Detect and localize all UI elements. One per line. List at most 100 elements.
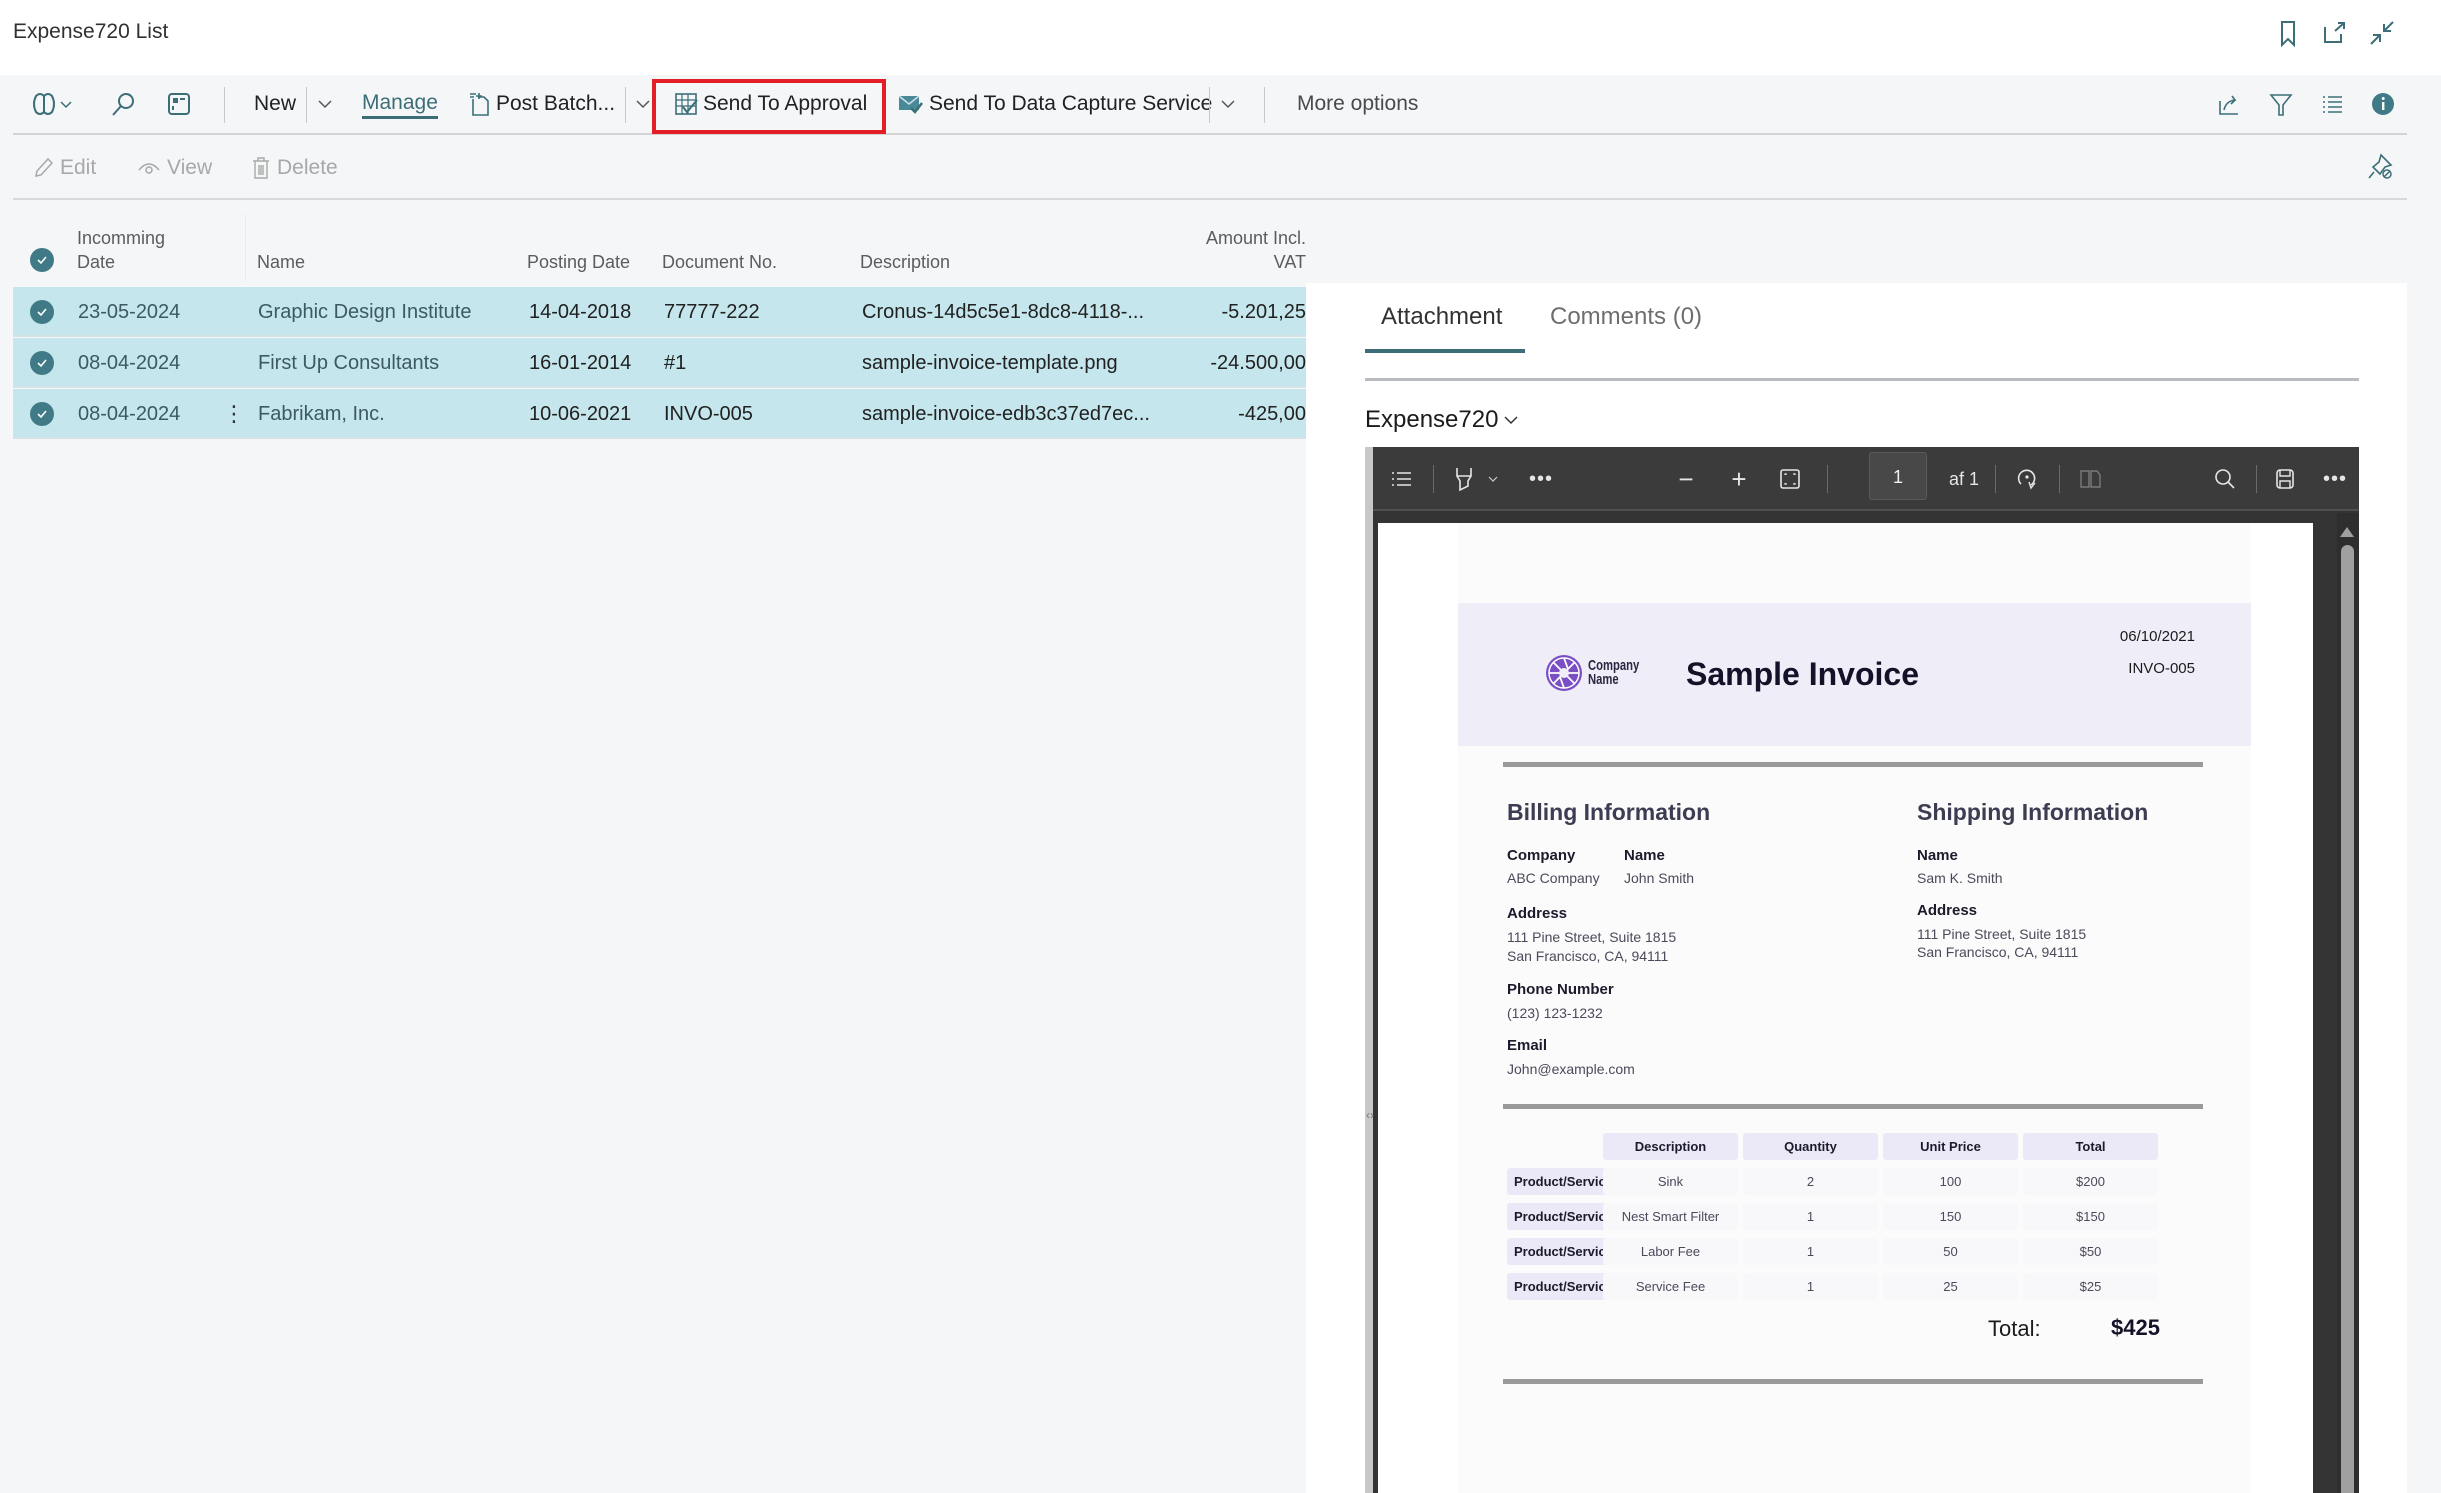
amount-cell: -425,00 — [1238, 402, 1306, 425]
posting-date-cell: 10-06-2021 — [529, 402, 632, 425]
delete-button[interactable]: Delete — [251, 150, 338, 186]
collapse-icon[interactable] — [2367, 18, 2397, 48]
name-cell[interactable]: First Up Consultants — [258, 338, 439, 388]
select-all-checkbox[interactable] — [30, 248, 54, 272]
document-no-cell: 77777-222 — [664, 300, 760, 323]
share-icon — [2216, 91, 2242, 117]
check-circle-icon — [30, 248, 54, 272]
column-header-name[interactable]: Name — [257, 250, 305, 274]
invoice-total-value: $425 — [2111, 1315, 2160, 1340]
column-header-document-no[interactable]: Document No. — [662, 250, 777, 274]
scrollbar-thumb[interactable] — [2341, 545, 2354, 1493]
two-page-view-button[interactable] — [2073, 447, 2107, 511]
pane-resize-handle[interactable]: ‹› — [1366, 1108, 1374, 1122]
row-select-checkbox[interactable] — [30, 338, 54, 388]
column-header-amount[interactable]: Amount Incl. VAT — [1163, 226, 1306, 274]
name-cell[interactable]: Fabrikam, Inc. — [258, 389, 385, 439]
list-view-button[interactable] — [2319, 75, 2345, 133]
document-selector[interactable]: Expense720 — [1365, 406, 1520, 434]
trash-icon — [251, 156, 271, 180]
post-batch-dropdown-button[interactable] — [634, 75, 652, 133]
document-no-cell: INVO-005 — [664, 402, 753, 425]
tab-comments[interactable]: Comments (0) — [1550, 303, 1702, 331]
chevron-down-icon — [634, 95, 652, 113]
items-header-cell: Quantity — [1743, 1133, 1878, 1160]
incoming-date-cell[interactable]: 08-04-2024 — [78, 389, 180, 439]
incoming-date-cell[interactable]: 23-05-2024 — [78, 287, 180, 337]
manage-tab[interactable]: Manage — [362, 89, 438, 119]
column-header-description[interactable]: Description — [860, 250, 950, 274]
invoice-document: Company Name Sample Invoice 06/10/2021 I… — [1458, 523, 2251, 1493]
scroll-up-arrow-icon[interactable] — [2340, 527, 2354, 537]
highlight-button[interactable] — [1449, 447, 1479, 511]
page-number-input[interactable]: 1 — [1869, 452, 1927, 500]
send-to-data-capture-label: Send To Data Capture Service — [929, 92, 1213, 115]
document-no-cell: #1 — [664, 351, 687, 374]
more-tools-button[interactable]: ••• — [1521, 447, 1561, 511]
column-header-incoming-date[interactable]: Incomming Date — [77, 226, 165, 274]
shipping-name-label: Name — [1917, 847, 1958, 864]
info-button[interactable] — [2370, 75, 2396, 133]
table-switch-icon — [165, 90, 193, 118]
open-new-window-icon[interactable] — [2320, 18, 2350, 48]
bookmark-icon[interactable] — [2273, 18, 2303, 48]
incoming-date-cell[interactable]: 08-04-2024 — [78, 338, 180, 388]
highlight-dropdown-button[interactable] — [1483, 447, 1503, 511]
mail-check-icon — [897, 93, 923, 115]
column-header-posting-date[interactable]: Posting Date — [527, 250, 630, 274]
edit-label: Edit — [60, 156, 97, 179]
company-logo: Company Name — [1544, 653, 1656, 693]
items-cell-description: Nest Smart Filter — [1603, 1203, 1738, 1230]
toolbar-divider — [1995, 465, 1996, 493]
toolbar-divider — [1264, 87, 1265, 123]
table-row[interactable]: 08-04-2024 ⋮ Fabrikam, Inc. 10-06-2021 I… — [13, 389, 1306, 439]
filter-button[interactable] — [2268, 75, 2294, 133]
table-row[interactable]: 23-05-2024 ⋮ Graphic Design Institute 14… — [13, 287, 1306, 337]
billing-email-label: Email — [1507, 1037, 1548, 1054]
row-select-checkbox[interactable] — [30, 287, 54, 337]
info-icon — [2370, 91, 2396, 117]
share-button[interactable] — [2216, 75, 2242, 133]
viewer-more-options-button[interactable]: ••• — [2315, 447, 2355, 511]
copilot-menu-button[interactable] — [30, 75, 74, 133]
new-dropdown-button[interactable] — [316, 75, 334, 133]
items-header-cell: Unit Price — [1883, 1133, 2018, 1160]
more-options-button[interactable]: More options — [1297, 75, 1418, 133]
invoice-title: Sample Invoice — [1686, 656, 1919, 692]
analysis-mode-button[interactable] — [165, 75, 193, 133]
save-button[interactable] — [2268, 447, 2302, 511]
table-of-contents-button[interactable] — [1383, 447, 1419, 511]
unpin-button[interactable] — [2367, 152, 2395, 182]
rotate-button[interactable] — [2010, 447, 2044, 511]
billing-heading: Billing Information — [1507, 799, 1711, 825]
tab-attachment[interactable]: Attachment — [1381, 303, 1502, 331]
search-button[interactable] — [109, 75, 137, 133]
post-batch-button[interactable]: Post Batch... — [468, 75, 615, 133]
edit-button[interactable]: Edit — [32, 150, 96, 186]
page-title: Expense720 List — [13, 20, 169, 43]
find-button[interactable] — [2210, 447, 2240, 511]
items-cell-unit-price: 100 — [1883, 1168, 2018, 1195]
billing-company-label: Company — [1507, 847, 1576, 864]
zoom-in-button[interactable]: + — [1724, 447, 1754, 511]
chevron-down-icon — [1219, 95, 1237, 113]
new-button[interactable]: New — [254, 75, 296, 133]
logo-text: Company Name — [1588, 658, 1639, 687]
posting-date-cell: 16-01-2014 — [529, 351, 632, 374]
chevron-down-icon — [1502, 411, 1520, 429]
view-button[interactable]: View — [137, 150, 212, 186]
amount-cell: -24.500,00 — [1210, 351, 1306, 374]
description-cell: Cronus-14d5c5e1-8dc8-4118-... — [862, 300, 1145, 323]
name-cell[interactable]: Graphic Design Institute — [258, 287, 471, 337]
row-select-checkbox[interactable] — [30, 389, 54, 439]
divider — [1503, 762, 2203, 767]
send-to-data-capture-button[interactable]: Send To Data Capture Service — [897, 75, 1212, 133]
table-row[interactable]: 08-04-2024 ⋮ First Up Consultants 16-01-… — [13, 338, 1306, 388]
row-actions-menu[interactable]: ⋮ — [223, 389, 245, 439]
zoom-out-button[interactable]: − — [1671, 447, 1701, 511]
description-cell: sample-invoice-edb3c37ed7ec... — [862, 402, 1150, 425]
data-capture-dropdown-button[interactable] — [1219, 75, 1237, 133]
header-line: Date — [77, 252, 116, 272]
fit-page-button[interactable] — [1775, 447, 1805, 511]
items-cell-description: Service Fee — [1603, 1273, 1738, 1300]
